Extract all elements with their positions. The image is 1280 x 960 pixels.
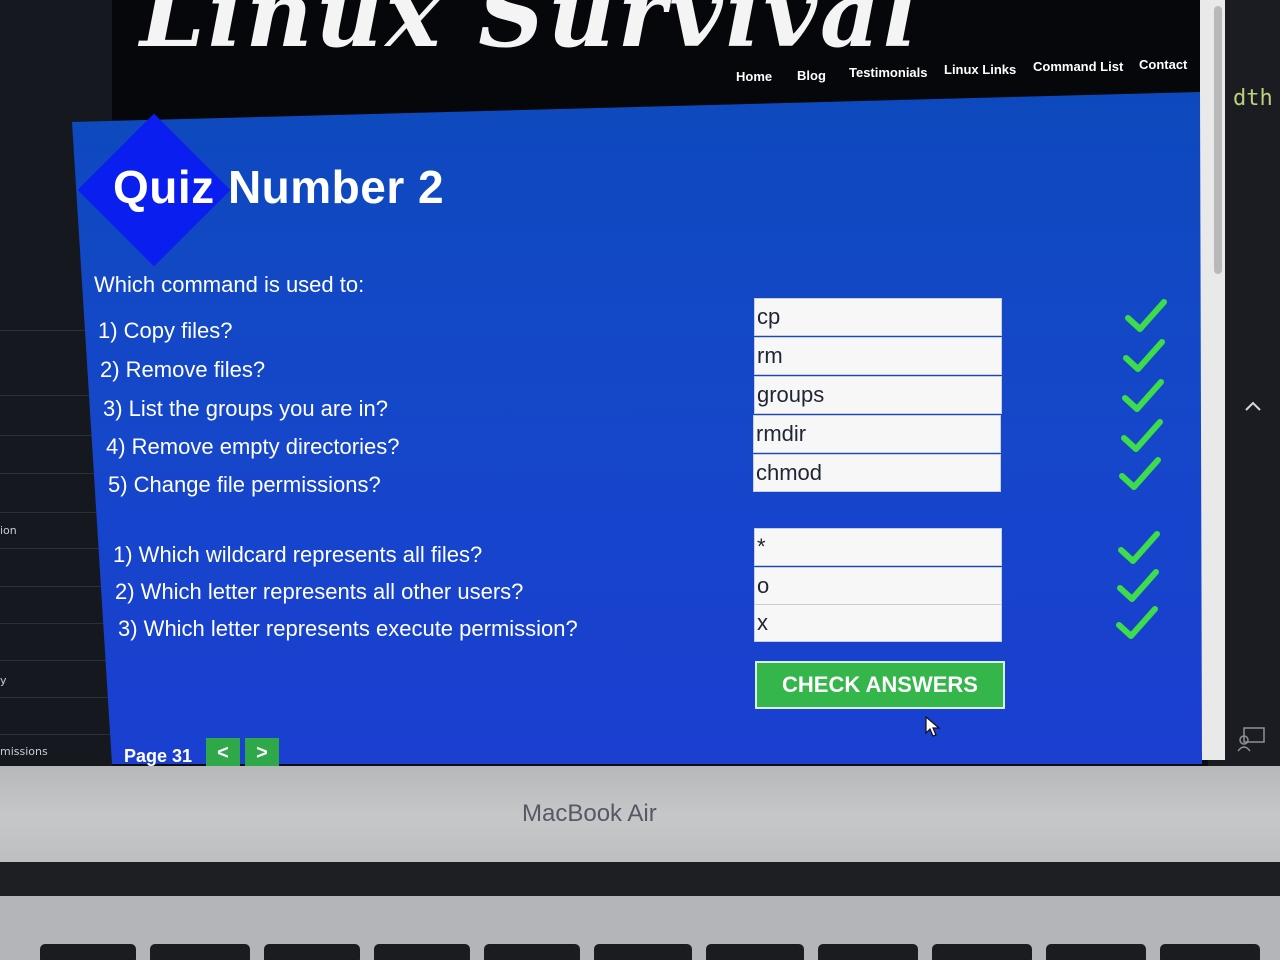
answer-field[interactable]: o [754,567,1002,605]
feedback-icon[interactable] [1236,726,1266,752]
editor-divider [0,623,112,624]
checkmark-icon [1123,339,1165,372]
scrollbar-thumb[interactable] [1214,6,1222,274]
keyboard-key [1160,944,1260,960]
checkmark-icon [1116,606,1158,639]
editor-file-label[interactable]: missions [0,745,48,758]
answer-field[interactable]: x [754,604,1002,642]
checkmark-icon [1118,531,1160,564]
question-label: 1) Copy files? [98,318,233,343]
answer-field[interactable]: cp [754,298,1002,336]
question-label: 5) Change file permissions? [108,472,381,497]
editor-file-label[interactable]: y [0,674,7,687]
editor-code-text: dth [1233,86,1273,111]
answer-field[interactable]: * [754,528,1002,566]
keyboard-key [264,944,360,960]
quiz-intro: Which command is used to: [94,272,365,297]
answer-field[interactable]: groups [754,376,1002,414]
checkmark-icon [1117,569,1159,602]
nav-linux-links[interactable]: Linux Links [944,62,1016,77]
laptop-hinge [0,862,1280,898]
prev-page-button[interactable]: < [206,738,240,768]
chevron-up-icon[interactable] [1243,396,1263,416]
editor-divider [0,660,112,661]
answer-field[interactable]: rmdir [753,415,1001,453]
keyboard-key [706,944,804,960]
nav-testimonials[interactable]: Testimonials [849,65,928,80]
page-number: Page 31 [124,746,193,766]
editor-divider [0,697,112,698]
answer-field[interactable]: chmod [753,454,1001,492]
keyboard-key [594,944,692,960]
checkmark-icon [1125,299,1167,332]
keyboard-key [150,944,250,960]
nav-home[interactable]: Home [736,69,772,84]
next-page-button[interactable]: > [245,738,279,768]
laptop-brand-label: MacBook Air [522,800,657,827]
keyboard-key [374,944,470,960]
page-title: Quiz Number 2 [113,161,445,213]
keyboard-key [932,944,1032,960]
keyboard-key [484,944,580,960]
checkmark-icon [1119,457,1161,490]
editor-divider [0,586,112,587]
answer-field[interactable]: rm [754,337,1002,375]
question-label: 3) Which letter represents execute permi… [118,616,578,641]
keyboard-key [1046,944,1146,960]
nav-command-list[interactable]: Command List [1033,59,1123,74]
keyboard-key [40,944,136,960]
question-label: 1) Which wildcard represents all files? [113,542,483,567]
checkmark-icon [1122,379,1164,412]
editor-divider [0,512,112,513]
editor-divider [0,548,112,549]
checkmark-icon [1121,419,1163,452]
nav-blog[interactable]: Blog [797,68,826,83]
site-logo[interactable]: Linux Survival [140,0,921,68]
question-label: 4) Remove empty directories? [106,434,400,459]
editor-file-label[interactable]: ion [0,524,17,537]
editor-divider [0,734,112,735]
mouse-cursor-icon [925,716,941,737]
question-label: 2) Which letter represents all other use… [115,579,524,604]
keyboard-key [818,944,918,960]
question-label: 2) Remove files? [100,357,266,382]
question-label: 3) List the groups you are in? [103,396,388,421]
check-answers-button[interactable]: CHECK ANSWERS [755,661,1005,709]
nav-contact[interactable]: Contact [1139,57,1187,72]
